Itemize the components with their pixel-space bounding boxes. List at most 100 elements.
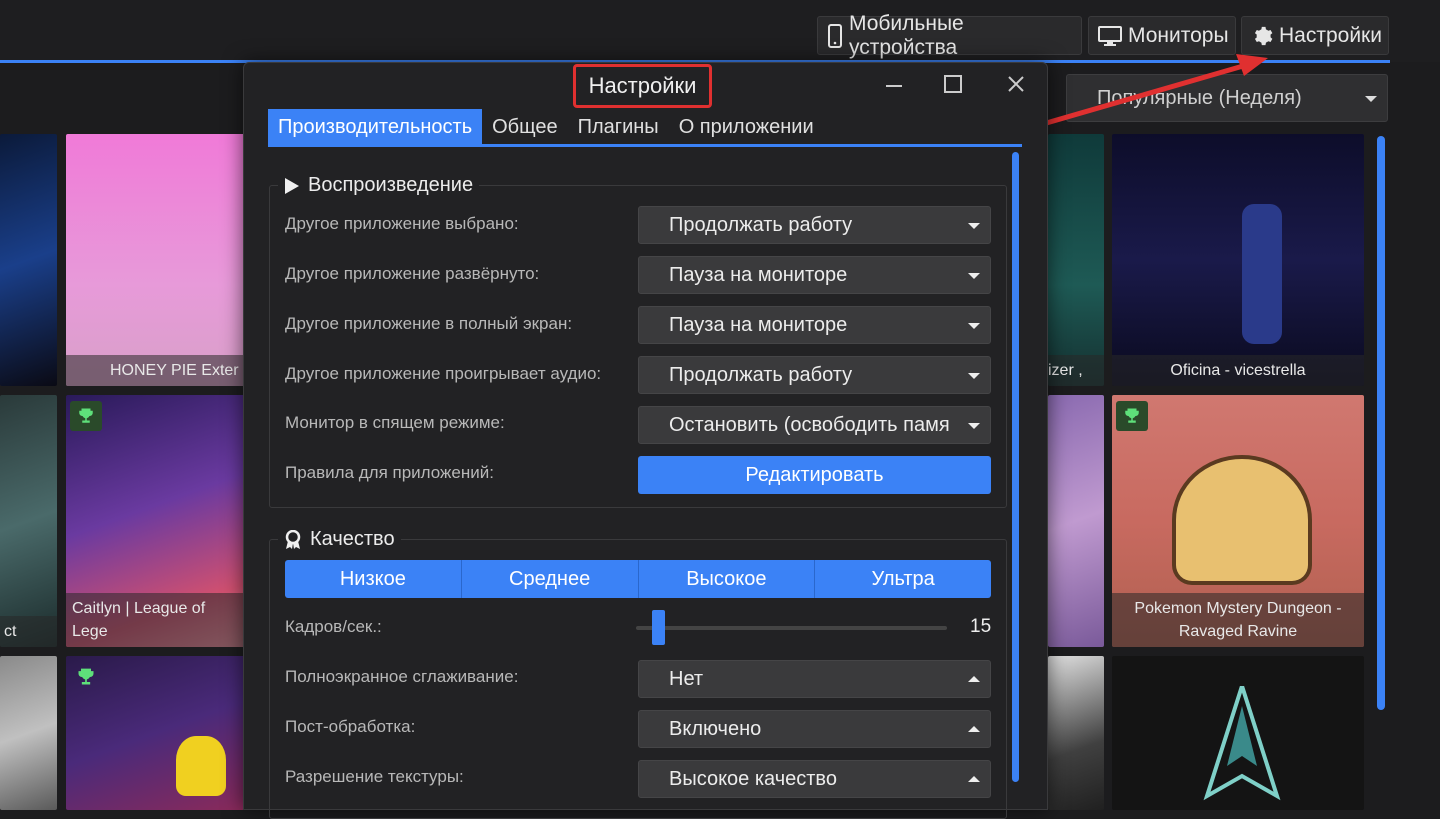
wallpaper-tile[interactable]	[0, 134, 57, 386]
maximized-app-dropdown[interactable]: Пауза на мониторе	[638, 256, 991, 294]
tab-plugins[interactable]: Плагины	[568, 109, 669, 145]
wallpaper-title: Oficina - vicestrella	[1112, 355, 1364, 386]
settings-tabs: Производительность Общее Плагины О прило…	[268, 109, 824, 145]
minimize-icon	[886, 85, 902, 87]
fps-value: 15	[970, 616, 992, 637]
gallery-scrollbar[interactable]	[1377, 136, 1385, 710]
minimize-button[interactable]	[879, 72, 909, 96]
sleep-monitor-dropdown[interactable]: Остановить (освободить памя	[638, 406, 991, 444]
play-icon	[285, 177, 299, 194]
fullscreen-app-dropdown[interactable]: Пауза на мониторе	[638, 306, 991, 344]
mobile-devices-label: Мобильные устройства	[849, 11, 964, 59]
dropdown-value: Нет	[669, 667, 704, 690]
wallpaper-tile[interactable]: izer ,	[1048, 134, 1104, 386]
dialog-scrollbar[interactable]	[1012, 152, 1019, 782]
tab-general[interactable]: Общее	[482, 109, 568, 145]
row-label: Разрешение текстуры:	[285, 767, 464, 786]
maximize-button[interactable]	[938, 72, 968, 96]
row-label: Другое приложение в полный экран:	[285, 314, 573, 333]
row-label: Другое приложение проигрывает аудио:	[285, 364, 602, 383]
row-label: Другое приложение выбрано:	[285, 214, 519, 233]
fps-label: Кадров/сек.:	[285, 617, 382, 636]
row-label: Другое приложение развёрнуто:	[285, 264, 540, 283]
wallpaper-tile[interactable]: ct	[0, 395, 57, 647]
dialog-title: Настройки	[573, 64, 712, 108]
preset-low-button[interactable]: Низкое	[285, 560, 462, 598]
playback-group-title: Воспроизведение	[278, 174, 480, 197]
character-shape	[176, 736, 226, 796]
dropdown-value: Продолжать работу	[669, 363, 853, 386]
wallpaper-tile[interactable]	[1112, 656, 1364, 810]
wallpaper-title: HONEY PIE Exter	[66, 355, 246, 386]
figure-shape	[1242, 204, 1282, 344]
row-label: Полноэкранное сглаживание:	[285, 667, 519, 686]
quality-group-title: Качество	[278, 528, 401, 551]
dropdown-value: Включено	[669, 717, 762, 740]
chevron-down-icon	[968, 423, 980, 429]
trophy-icon	[70, 401, 102, 431]
dropdown-value: Продолжать работу	[669, 213, 853, 236]
dropdown-value: Пауза на мониторе	[669, 313, 848, 336]
fps-slider[interactable]	[636, 626, 947, 630]
sort-value: Популярные (Неделя)	[1097, 86, 1302, 109]
quality-title-text: Качество	[310, 528, 395, 550]
chevron-down-icon	[968, 273, 980, 279]
settings-button[interactable]: Настройки	[1241, 16, 1389, 55]
dropdown-value: Высокое качество	[669, 767, 837, 790]
preset-high-button[interactable]: Высокое	[639, 560, 816, 598]
audio-app-dropdown[interactable]: Продолжать работу	[638, 356, 991, 394]
monitor-icon	[1098, 25, 1122, 46]
close-icon	[1008, 76, 1024, 92]
chevron-up-icon	[968, 726, 980, 732]
preset-ultra-button[interactable]: Ультра	[815, 560, 991, 598]
wallpaper-tile[interactable]	[1048, 395, 1104, 647]
row-label: Пост-обработка:	[285, 717, 416, 736]
chevron-down-icon	[1365, 96, 1377, 102]
monitors-button[interactable]: Мониторы	[1088, 16, 1236, 55]
chevron-down-icon	[968, 323, 980, 329]
quality-presets: Низкое Среднее Высокое Ультра	[285, 560, 991, 598]
wallpaper-tile[interactable]: HONEY PIE Exter	[66, 134, 246, 386]
row-label: Правила для приложений:	[285, 463, 494, 482]
chevron-down-icon	[968, 373, 980, 379]
wallpaper-title: ct	[0, 616, 57, 647]
dropdown-value: Остановить (освободить памя	[669, 413, 950, 436]
wallpaper-tile[interactable]	[0, 656, 57, 810]
monitors-label: Мониторы	[1128, 23, 1229, 47]
maximize-icon	[944, 75, 962, 93]
edit-rules-button[interactable]: Редактировать	[638, 456, 991, 494]
tab-performance[interactable]: Производительность	[268, 109, 483, 145]
wallpaper-tile[interactable]: Oficina - vicestrella	[1112, 134, 1364, 386]
row-label: Монитор в спящем режиме:	[285, 413, 505, 432]
chevron-up-icon	[968, 676, 980, 682]
antialiasing-dropdown[interactable]: Нет	[638, 660, 991, 698]
wallpaper-tile[interactable]	[1048, 656, 1104, 810]
wallpaper-tile[interactable]: Pokemon Mystery Dungeon - Ravaged Ravine	[1112, 395, 1364, 647]
wallpaper-tile[interactable]: Caitlyn | League of Lege	[66, 395, 246, 647]
playback-title-text: Воспроизведение	[308, 174, 474, 196]
preset-medium-button[interactable]: Среднее	[462, 560, 639, 598]
chevron-down-icon	[968, 223, 980, 229]
wallpaper-title: Caitlyn | League of Lege	[66, 593, 246, 647]
gear-icon	[1254, 26, 1273, 45]
settings-label: Настройки	[1279, 23, 1382, 47]
house-shape	[1172, 455, 1312, 585]
postprocessing-dropdown[interactable]: Включено	[638, 710, 991, 748]
phone-icon	[828, 23, 842, 48]
wallpaper-title: Pokemon Mystery Dungeon - Ravaged Ravine	[1112, 593, 1364, 647]
trophy-icon	[70, 662, 102, 692]
focus-app-dropdown[interactable]: Продолжать работу	[638, 206, 991, 244]
chevron-up-icon	[968, 776, 980, 782]
sort-dropdown[interactable]: Популярные (Неделя)	[1066, 74, 1388, 122]
close-button[interactable]	[1001, 72, 1031, 96]
tab-about[interactable]: О приложении	[669, 109, 824, 145]
dropdown-value: Пауза на мониторе	[669, 263, 848, 286]
wallpaper-tile[interactable]	[66, 656, 246, 810]
trophy-icon	[1116, 401, 1148, 431]
fps-slider-handle[interactable]	[652, 610, 665, 645]
wallpaper-title: izer ,	[1048, 355, 1104, 386]
texture-resolution-dropdown[interactable]: Высокое качество	[638, 760, 991, 798]
award-icon	[285, 529, 301, 549]
mobile-devices-button[interactable]: Мобильные устройства	[817, 12, 1082, 59]
emblem-icon	[1203, 686, 1281, 801]
